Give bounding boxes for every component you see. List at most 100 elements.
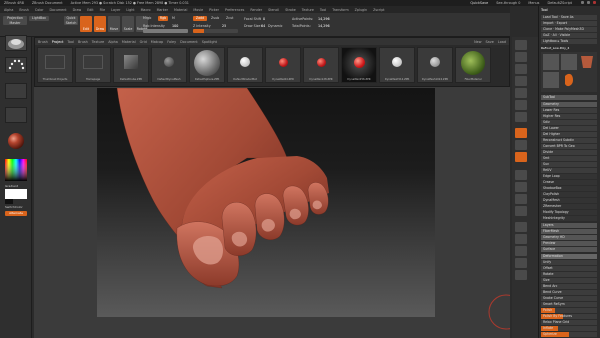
deformation-slider[interactable]: Polish	[541, 308, 597, 313]
geometry-reuv[interactable]: ReUV	[541, 168, 597, 173]
project-thumbnail[interactable]: DynaWax128.ZPR	[303, 47, 339, 83]
edge-loop-section[interactable]: Edge Loop	[541, 174, 597, 179]
layers-section[interactable]: Layers	[541, 223, 597, 228]
alpha-icon[interactable]	[5, 83, 27, 99]
menu-item[interactable]: Macro	[141, 8, 151, 12]
menus-toggle[interactable]: Menus	[528, 1, 539, 5]
dynamic-toggle[interactable]: Dynamic	[268, 24, 283, 28]
meshintegrity-section[interactable]: MeshIntegrity	[541, 216, 597, 221]
draw-button[interactable]: Draw	[94, 16, 106, 32]
solo-button[interactable]	[515, 258, 527, 268]
menu-item[interactable]: File	[100, 8, 106, 12]
menu-item[interactable]: Marker	[157, 8, 168, 12]
project-thumbnail[interactable]: DynaMesh1024.ZPR	[417, 47, 453, 83]
alternate-button[interactable]: Alternate	[5, 211, 27, 216]
move-view-button[interactable]	[515, 182, 527, 192]
menu-item[interactable]: Movie	[193, 8, 203, 12]
project-thumbnail[interactable]: DefaultShaderMat	[227, 47, 263, 83]
lightbox-tools-button[interactable]: Lightbox ▸ Tools	[541, 39, 597, 44]
menu-item[interactable]: Light	[126, 8, 134, 12]
move-button[interactable]: Move	[108, 16, 120, 32]
floor-button[interactable]	[515, 128, 527, 138]
deformation-slider[interactable]: Bend Arc	[541, 284, 597, 289]
switch-color-button[interactable]: SwitchColor	[5, 205, 23, 209]
geometry-lower-res[interactable]: Lower Res	[541, 108, 597, 113]
popup-tab[interactable]: Document	[180, 40, 198, 44]
popup-tab[interactable]: Material	[122, 40, 136, 44]
project-thumbnail[interactable]: DefaultDynaMesh	[151, 47, 187, 83]
gradient-toggle[interactable]: Gradient	[5, 184, 18, 188]
aahalf-button[interactable]	[515, 100, 527, 110]
zadd-toggle[interactable]: Zadd	[193, 16, 207, 21]
persp-button[interactable]	[515, 112, 527, 122]
deformation-slider[interactable]: Offset	[541, 266, 597, 271]
deformation-slider[interactable]: Relax Plane Grid	[541, 320, 597, 325]
deformation-slider[interactable]: Size	[541, 278, 597, 283]
popup-tab[interactable]: Foley	[167, 40, 176, 44]
line-fill-button[interactable]	[515, 222, 527, 232]
popup-tab[interactable]: Texture	[92, 40, 104, 44]
popup-tab[interactable]: Spotlight	[202, 40, 217, 44]
deformation-slider[interactable]: Inflate	[541, 326, 597, 331]
deformation-slider[interactable]: Rotate	[541, 272, 597, 277]
deformation-slider[interactable]: Snake Curve	[541, 296, 597, 301]
menu-item[interactable]: Stroke	[285, 8, 296, 12]
popup-tab[interactable]: Matcap	[151, 40, 163, 44]
quick-save-button[interactable]: QuickSave	[470, 1, 488, 5]
menu-item[interactable]: Alpha	[4, 8, 13, 12]
project-thumbnail[interactable]: Thumbnail Projects	[37, 47, 73, 83]
project-thumbnail[interactable]: DynaWax64.ZPR	[265, 47, 301, 83]
actual-button[interactable]	[515, 88, 527, 98]
clone-row[interactable]: Clone · Make PolyMesh3D	[541, 27, 597, 32]
color-picker[interactable]	[5, 159, 27, 181]
quick-sketch-button[interactable]: Quick Sketch	[64, 16, 78, 25]
secondary-color-swatch[interactable]	[5, 199, 13, 204]
menu-item[interactable]: Draw	[73, 8, 82, 12]
navigation-circle-icon[interactable]	[486, 292, 510, 332]
project-thumbnail[interactable]: DynaMesh512.ZPR	[379, 47, 415, 83]
menu-item[interactable]: Brush	[19, 8, 29, 12]
edit-button[interactable]: Edit	[80, 16, 92, 32]
rotate-view-button[interactable]	[515, 206, 527, 216]
menu-item[interactable]: Edit	[87, 8, 93, 12]
ghost-button[interactable]	[515, 246, 527, 256]
surface-section[interactable]: Surface	[541, 247, 597, 252]
mrgb-toggle[interactable]: Mrgb	[143, 16, 151, 20]
popup-save-button[interactable]: Save	[486, 40, 494, 44]
menu-item[interactable]: Picker	[209, 8, 219, 12]
deformation-header[interactable]: Deformation	[541, 254, 597, 259]
z-intensity-slider[interactable]	[193, 29, 238, 33]
tool-palette-title[interactable]: Tool	[541, 8, 548, 12]
project-thumbnail[interactable]: FiberMaterial	[455, 47, 491, 83]
menu-item[interactable]: Render	[250, 8, 262, 12]
close-icon[interactable]	[593, 1, 596, 4]
geometry-del-lower[interactable]: Del Lower	[541, 126, 597, 131]
menu-item[interactable]: Preferences	[225, 8, 244, 12]
material-icon[interactable]	[5, 132, 27, 149]
menu-item[interactable]: Stencil	[268, 8, 279, 12]
projection-master-button[interactable]: Projection Master	[3, 16, 27, 25]
geometry-convert-bpr[interactable]: Convert BPR To Geo	[541, 144, 597, 149]
rgb-intensity-slider[interactable]	[143, 29, 188, 33]
deformation-slider[interactable]: Smart ReSym	[541, 302, 597, 307]
zremesher-section[interactable]: ZRemesher	[541, 204, 597, 209]
stroke-icon[interactable]	[5, 57, 27, 73]
popup-tab[interactable]: Grid	[140, 40, 147, 44]
project-thumbnail[interactable]: Homepage	[75, 47, 111, 83]
popup-tab-project[interactable]: Project	[52, 40, 64, 44]
geometry-header[interactable]: Geometry	[541, 102, 597, 107]
minimize-icon[interactable]	[581, 1, 584, 4]
transp-button[interactable]	[515, 234, 527, 244]
project-thumbnail[interactable]: DynaWax256.ZPR	[341, 47, 377, 83]
zoom-button[interactable]	[515, 76, 527, 86]
deformation-slider[interactable]: Polish By Features	[541, 314, 597, 319]
frame-button[interactable]	[515, 170, 527, 180]
popup-load-button[interactable]: Load	[498, 40, 506, 44]
deformation-slider[interactable]: Spherize	[541, 332, 597, 337]
xpose-button[interactable]	[515, 270, 527, 280]
scale-button[interactable]: Scale	[122, 16, 134, 32]
zsub-toggle[interactable]: Zsub	[211, 16, 219, 20]
see-through-slider[interactable]: See-through 0	[496, 1, 520, 5]
bpr-button[interactable]	[515, 40, 527, 50]
menu-item[interactable]: Transform	[332, 8, 348, 12]
